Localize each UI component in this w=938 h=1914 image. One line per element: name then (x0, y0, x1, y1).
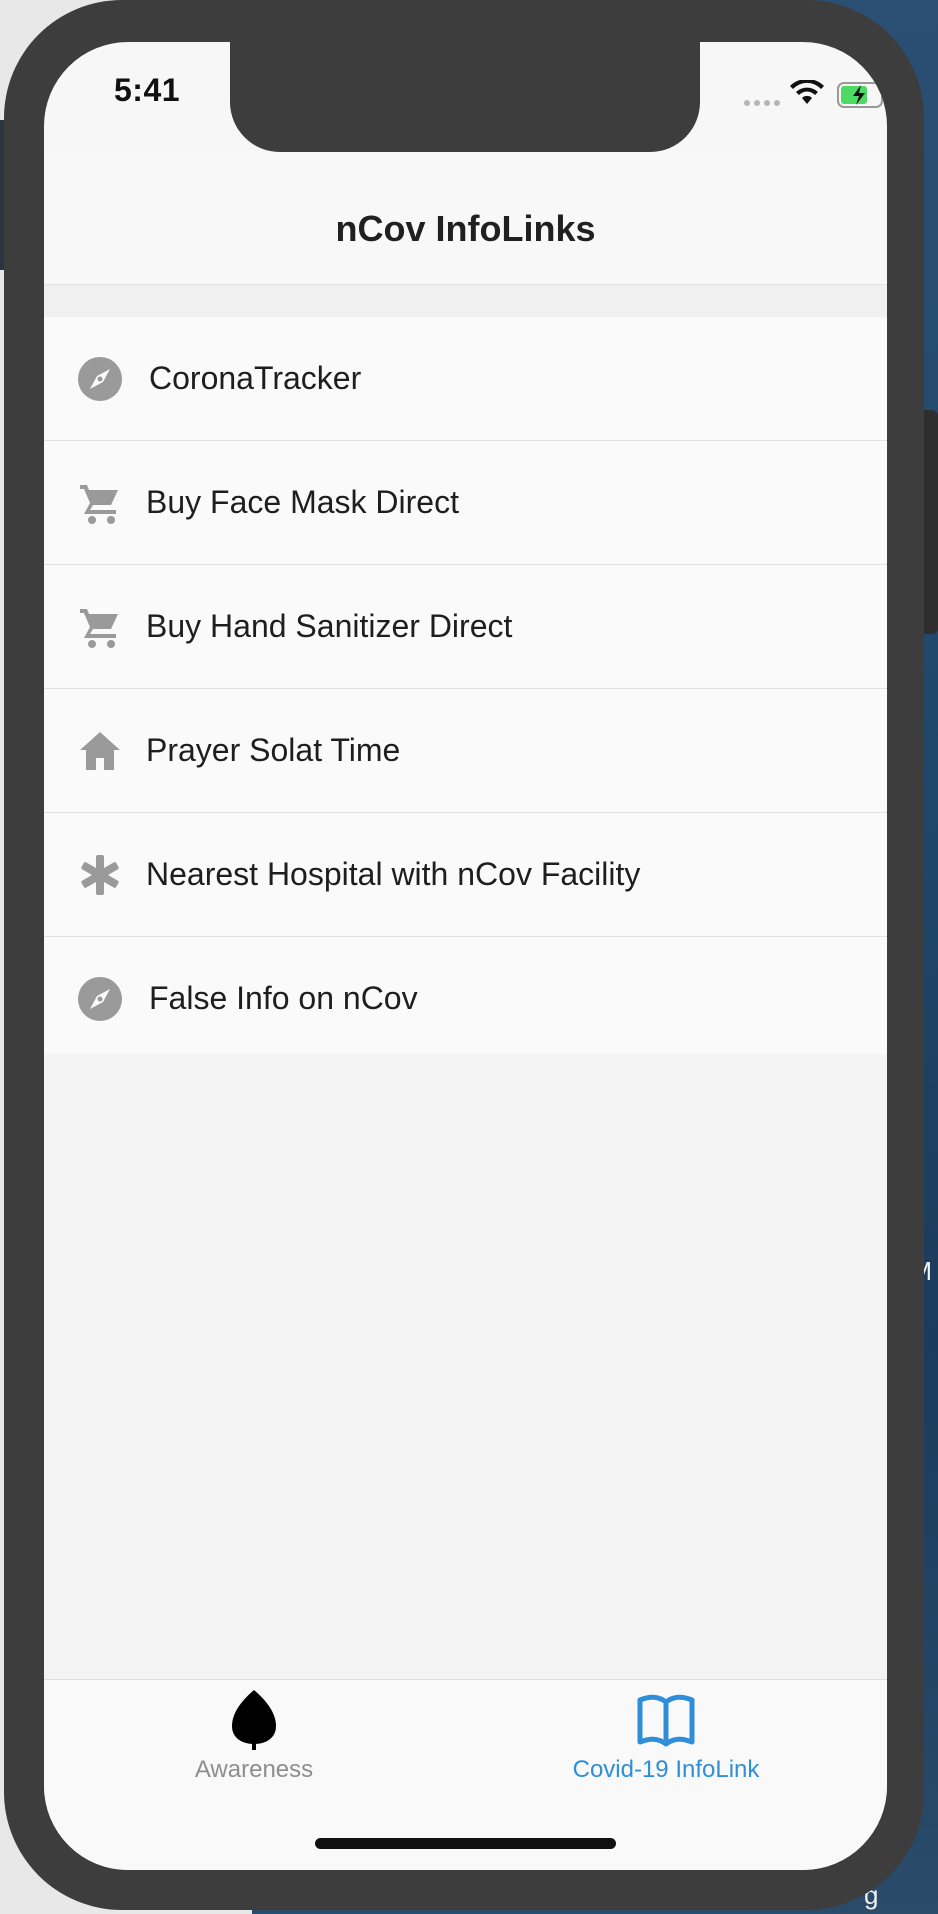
list-item-label: Buy Hand Sanitizer Direct (146, 608, 513, 644)
list-item-label: Nearest Hospital with nCov Facility (146, 856, 641, 892)
phone-screen: 5:41 nCov InfoLinks CoronaTracker Buy Fa… (44, 42, 887, 1870)
asterisk-icon (76, 851, 124, 899)
navigation-bar: nCov InfoLinks (44, 152, 887, 285)
compass-icon (76, 355, 124, 403)
signal-dots-icon (744, 100, 780, 106)
list-item-buy-face-mask[interactable]: Buy Face Mask Direct (44, 441, 887, 565)
compass-icon (76, 975, 124, 1023)
list-item-nearest-hospital[interactable]: Nearest Hospital with nCov Facility (44, 813, 887, 937)
list-item-label: Prayer Solat Time (146, 732, 401, 768)
status-icons (704, 78, 887, 112)
tab-label: Covid-19 InfoLink (572, 1756, 760, 1783)
info-links-list: CoronaTracker Buy Face Mask Direct Buy H… (44, 317, 887, 1061)
status-time: 5:41 (114, 72, 181, 108)
tab-label: Awareness (194, 1756, 314, 1783)
cart-icon (76, 479, 124, 527)
list-item-false-info[interactable]: False Info on nCov (44, 937, 887, 1061)
book-icon (637, 1694, 695, 1747)
home-icon (76, 727, 124, 775)
list-item-prayer-solat-time[interactable]: Prayer Solat Time (44, 689, 887, 813)
page-title: nCov InfoLinks (335, 208, 596, 249)
tab-awareness[interactable]: Awareness (104, 1688, 404, 1798)
home-indicator[interactable] (315, 1838, 616, 1849)
cart-icon (76, 603, 124, 651)
phone-frame: 5:41 nCov InfoLinks CoronaTracker Buy Fa… (4, 0, 938, 1910)
battery-charging-icon (837, 82, 887, 108)
leaf-icon (232, 1690, 276, 1750)
list-item-label: False Info on nCov (149, 980, 418, 1016)
tab-covid-infolink[interactable]: Covid-19 InfoLink (516, 1688, 816, 1798)
phone-notch (230, 42, 700, 152)
list-item-coronatracker[interactable]: CoronaTracker (44, 317, 887, 441)
phone-side-button (924, 410, 938, 634)
list-item-buy-hand-sanitizer[interactable]: Buy Hand Sanitizer Direct (44, 565, 887, 689)
list-item-label: CoronaTracker (149, 360, 362, 396)
content-empty-area (44, 1054, 887, 1722)
wifi-icon (790, 80, 824, 104)
list-item-label: Buy Face Mask Direct (146, 484, 459, 520)
section-header-gap (44, 285, 887, 317)
